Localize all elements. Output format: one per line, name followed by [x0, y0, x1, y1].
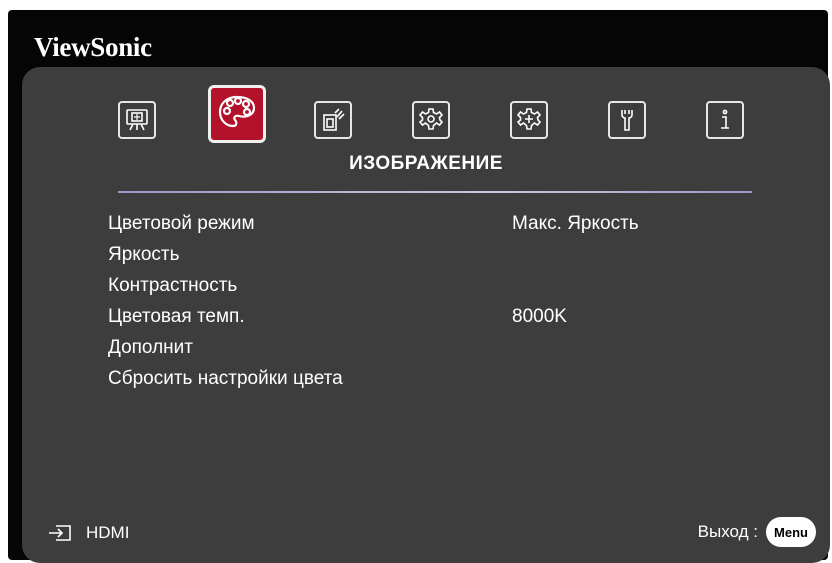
info-icon	[721, 109, 729, 129]
menu-item-label: Сбросить настройки цвета	[108, 368, 343, 389]
menu-item-label: Яркость	[108, 244, 180, 265]
tab-basic[interactable]	[412, 101, 450, 139]
menu-item-value: 8000K	[512, 306, 567, 327]
tab-picture[interactable]	[208, 85, 266, 143]
exit-hint: Выход : Menu	[698, 517, 816, 547]
palette-icon	[218, 95, 256, 128]
input-source: HDMI	[48, 523, 129, 543]
input-source-icon	[49, 525, 71, 541]
exit-label: Выход :	[697, 522, 758, 541]
menu-list: Цветовой режим Макс. Яркость Яркость Кон…	[108, 211, 808, 397]
tab-display[interactable]	[118, 101, 156, 139]
menu-panel: ИЗОБРАЖЕНИЕ Цветовой режим Макс. Яркость…	[22, 67, 830, 563]
menu-item-value: Макс. Яркость	[512, 213, 639, 234]
osd-frame: ViewSonic ИЗОБРАЖЕНИЕ Цветовой режим Мак…	[8, 10, 830, 563]
menu-item-label: Цветовая темп.	[108, 306, 245, 327]
menu-item-label: Цветовой режим	[108, 213, 255, 234]
menu-item-color-mode[interactable]: Цветовой режим Макс. Яркость	[108, 211, 808, 242]
tab-title: ИЗОБРАЖЕНИЕ	[349, 153, 503, 174]
display-icon	[126, 109, 148, 131]
wrench-icon	[621, 110, 633, 131]
menu-item-advanced[interactable]: Дополнит	[108, 335, 808, 366]
tab-bar	[22, 67, 830, 147]
menu-item-brightness[interactable]: Яркость	[108, 242, 808, 273]
menu-button[interactable]: Menu	[766, 517, 816, 547]
tab-system[interactable]	[608, 101, 646, 139]
menu-item-reset-color[interactable]: Сбросить настройки цвета	[108, 366, 808, 397]
brand-logo: ViewSonic	[34, 32, 152, 62]
menu-item-color-temp[interactable]: Цветовая темп. 8000K	[108, 304, 808, 335]
menu-item-label: Контрастность	[108, 275, 238, 296]
input-source-label: HDMI	[86, 523, 130, 542]
power-management-icon	[323, 108, 345, 131]
menu-item-label: Дополнит	[108, 337, 193, 358]
tab-power[interactable]	[314, 101, 352, 139]
gear-icon	[418, 108, 444, 130]
tab-information[interactable]	[706, 101, 744, 139]
divider	[118, 191, 752, 193]
advanced-gear-icon	[516, 108, 542, 130]
tab-advanced[interactable]	[510, 101, 548, 139]
menu-item-contrast[interactable]: Контрастность	[108, 273, 808, 304]
